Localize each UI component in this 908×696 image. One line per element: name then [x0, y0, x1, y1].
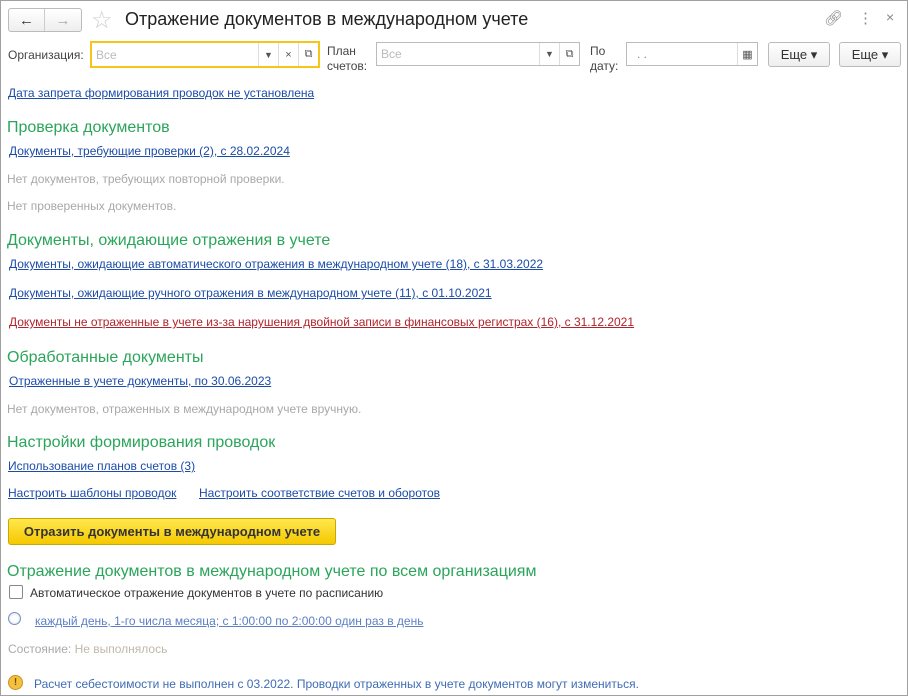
double-entry-violation-link[interactable]: Документы не отраженные в учете из-за на…: [9, 315, 634, 329]
dropdown-icon[interactable]: ▼: [258, 43, 278, 66]
dropdown-icon[interactable]: ▼: [539, 43, 559, 65]
more-icon[interactable]: ⋮: [858, 9, 873, 27]
page-title: Отражение документов в международном уче…: [125, 9, 529, 29]
auto-schedule-label: Автоматическое отражение документов в уч…: [30, 586, 384, 600]
auto-schedule-checkbox[interactable]: [9, 585, 23, 599]
plan-input[interactable]: Все: [377, 47, 539, 61]
forward-button[interactable]: →: [45, 9, 81, 31]
settings-heading: Настройки формирования проводок: [7, 434, 276, 451]
close-icon[interactable]: ×: [886, 9, 894, 25]
link-icon[interactable]: 🔗︎: [824, 9, 843, 27]
prohibition-date-link[interactable]: Дата запрета формирования проводок не ус…: [8, 86, 314, 100]
manual-pending-link[interactable]: Документы, ожидающие ручного отражения в…: [9, 286, 492, 300]
state-label: Состояние:: [8, 642, 72, 656]
checked-note: Нет проверенных документов.: [7, 199, 177, 213]
open-icon[interactable]: ⧉: [559, 43, 579, 65]
date-input[interactable]: . .: [627, 47, 737, 61]
plan-label: План счетов:: [327, 44, 368, 73]
date-label: По дату:: [590, 44, 619, 73]
state-row: Состояние: Не выполнялось: [8, 642, 167, 656]
processed-docs-link[interactable]: Отраженные в учете документы, по 30.06.2…: [9, 374, 271, 388]
org-field[interactable]: Все ▼ × ⧉: [90, 41, 320, 68]
more-button-1[interactable]: Еще ▾: [768, 42, 830, 67]
org-input[interactable]: Все: [92, 48, 258, 62]
more-button-2[interactable]: Еще ▾: [839, 42, 901, 67]
posting-templates-link[interactable]: Настроить шаблоны проводок: [8, 486, 176, 500]
nav-buttons: ← →: [8, 8, 82, 32]
recheck-note: Нет документов, требующих повторной пров…: [7, 172, 285, 186]
warning-text: Расчет себестоимости не выполнен с 03.20…: [34, 677, 639, 691]
processed-heading: Обработанные документы: [7, 349, 204, 366]
account-mapping-link[interactable]: Настроить соответствие счетов и оборотов: [199, 486, 440, 500]
state-value: Не выполнялось: [74, 642, 168, 656]
chart-of-accounts-link[interactable]: Использование планов счетов (3): [8, 459, 195, 473]
schedule-clock-icon: [8, 612, 21, 625]
warning-icon: !: [8, 675, 23, 690]
all-orgs-heading: Отражение документов в международном уче…: [7, 563, 537, 580]
pending-heading: Документы, ожидающие отражения в учете: [7, 232, 331, 249]
calendar-icon[interactable]: ▦: [737, 43, 757, 65]
org-label: Организация:: [8, 48, 84, 62]
open-icon[interactable]: ⧉: [298, 43, 318, 66]
docs-to-check-link[interactable]: Документы, требующие проверки (2), с 28.…: [9, 144, 290, 158]
star-icon[interactable]: ☆: [91, 6, 113, 35]
date-field[interactable]: . . ▦: [626, 42, 758, 66]
check-heading: Проверка документов: [7, 119, 170, 136]
auto-pending-link[interactable]: Документы, ожидающие автоматического отр…: [9, 257, 543, 271]
back-button[interactable]: ←: [9, 9, 46, 31]
plan-field[interactable]: Все ▼ ⧉: [376, 42, 580, 66]
clear-icon[interactable]: ×: [278, 43, 298, 66]
post-documents-button[interactable]: Отразить документы в международном учете: [8, 518, 336, 545]
manual-processed-note: Нет документов, отраженных в международн…: [7, 402, 362, 416]
schedule-link[interactable]: каждый день, 1-го числа месяца; с 1:00:0…: [35, 614, 423, 628]
